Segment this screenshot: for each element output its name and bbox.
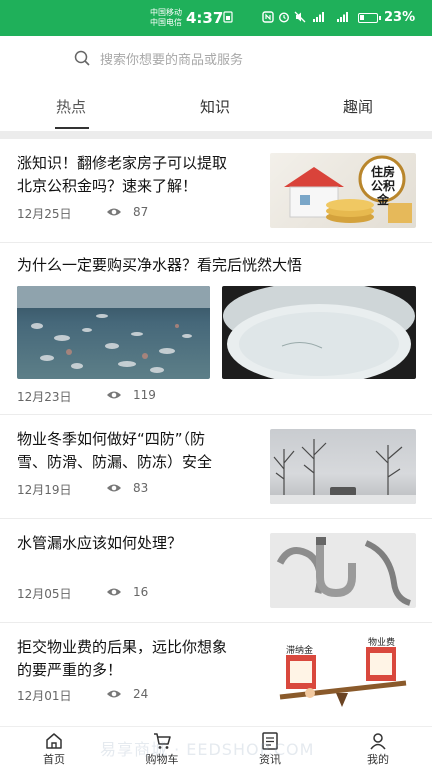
article-views: 119 [133, 388, 156, 402]
status-bar: 中国移动 中国电信 4:37 23% [0, 0, 432, 36]
status-time: 4:37 [186, 9, 224, 27]
user-icon [370, 733, 386, 750]
snowy-street-image [270, 439, 416, 504]
article-title-line: 北京公积金吗？速来了解！ [17, 177, 198, 195]
signal-5g-icon [337, 12, 348, 22]
eye-icon [107, 208, 121, 216]
battery-percent: 23% [384, 10, 416, 25]
section-divider [0, 131, 432, 139]
nav-home-label: 首页 [43, 753, 65, 766]
article-title-line: 水管漏水应该如何处理？ [17, 534, 183, 552]
article-thumbnail [222, 286, 416, 379]
watermark: 易享商城 · EEDSHOP.COM [100, 740, 315, 759]
drain-pipe-image [276, 537, 411, 606]
mute-icon [294, 11, 306, 23]
article-thumbnail [270, 429, 416, 504]
article-date: 12月23日 [17, 390, 72, 404]
nav-profile-label: 我的 [367, 753, 389, 766]
alarm-icon [278, 12, 290, 23]
article-thumbnail: 滞纳金 物业费 [270, 635, 416, 713]
article-date: 12月01日 [17, 689, 72, 703]
article-thumbnail: 住房公积金 [270, 153, 416, 228]
nfc-icon [262, 11, 274, 23]
eye-icon [107, 588, 121, 596]
category-tabs: 热点 知识 趣闻 [0, 82, 432, 132]
article-date: 12月25日 [17, 207, 72, 221]
article-title: 为什么一定要购买净水器？看完后恍然大悟 [17, 254, 302, 277]
search-input[interactable] [100, 48, 400, 70]
article-title-line: 物业冬季如何做好“四防”（防 [17, 430, 206, 448]
article-title: 拒交物业费的后果，远比你想象 的要严重的多！ [17, 636, 227, 682]
search-icon [74, 50, 90, 66]
nav-home[interactable]: 首页 [24, 727, 84, 768]
thumbnail-label-property-fee: 物业费 [368, 638, 396, 648]
article-views: 16 [133, 585, 149, 599]
sim-card-icon [223, 11, 233, 23]
article-title-line: 拒交物业费的后果，远比你想象 [17, 638, 228, 656]
article-title: 涨知识！翻修老家房子可以提取 北京公积金吗？速来了解！ [17, 152, 227, 198]
eye-icon [107, 391, 121, 399]
article-date: 12月19日 [17, 483, 72, 497]
carrier-labels: 中国移动 中国电信 [150, 8, 182, 28]
nav-profile[interactable]: 我的 [348, 727, 408, 768]
article-views: 24 [133, 687, 149, 701]
article-title-line: 的要严重的多！ [17, 661, 123, 679]
polluted-water-image [17, 286, 210, 373]
carrier-1: 中国移动 [150, 8, 182, 17]
article-item[interactable]: 物业冬季如何做好“四防”（防 雪、防滑、防漏、防冻）安全 12月19日 83 [0, 415, 432, 518]
tab-knowledge[interactable]: 知识 [200, 96, 230, 117]
article-item[interactable]: 拒交物业费的后果，远比你想象 的要严重的多！ 12月01日 24 滞纳金 物业费 [0, 623, 432, 726]
article-item[interactable]: 为什么一定要购买净水器？看完后恍然大悟 12月23日 119 [0, 243, 432, 414]
article-title: 水管漏水应该如何处理？ [17, 532, 182, 555]
thumbnail-caption: 住房公积金 [370, 165, 395, 207]
article-thumbnail [270, 533, 416, 608]
article-views: 83 [133, 481, 149, 495]
tab-hot[interactable]: 热点 [56, 96, 86, 117]
article-title-line: 涨知识！翻修老家房子可以提取 [17, 154, 228, 172]
article-item[interactable]: 涨知识！翻修老家房子可以提取 北京公积金吗？速来了解！ 12月25日 87 住房… [0, 139, 432, 242]
article-item[interactable]: 水管漏水应该如何处理？ 12月05日 16 [0, 519, 432, 622]
search-bar [0, 36, 432, 82]
home-icon [46, 733, 62, 749]
article-title-line: 为什么一定要购买净水器？看完后恍然大悟 [17, 256, 303, 274]
article-date: 12月05日 [17, 587, 72, 601]
battery-level [360, 15, 364, 20]
battery-icon [358, 13, 381, 23]
tab-fun[interactable]: 趣闻 [343, 96, 373, 117]
carrier-2: 中国电信 [150, 18, 182, 27]
active-tab-indicator [55, 127, 89, 129]
article-thumbnail [17, 286, 210, 379]
water-basin-image [223, 286, 415, 379]
article-title-line: 雪、防滑、防漏、防冻）安全 [17, 453, 213, 471]
thumbnail-label-late-fee: 滞纳金 [286, 646, 314, 656]
signal-4g-icon [313, 12, 324, 22]
eye-icon [107, 690, 121, 698]
eye-icon [107, 484, 121, 492]
article-views: 87 [133, 205, 149, 219]
article-title: 物业冬季如何做好“四防”（防 雪、防滑、防漏、防冻）安全 [17, 428, 212, 474]
